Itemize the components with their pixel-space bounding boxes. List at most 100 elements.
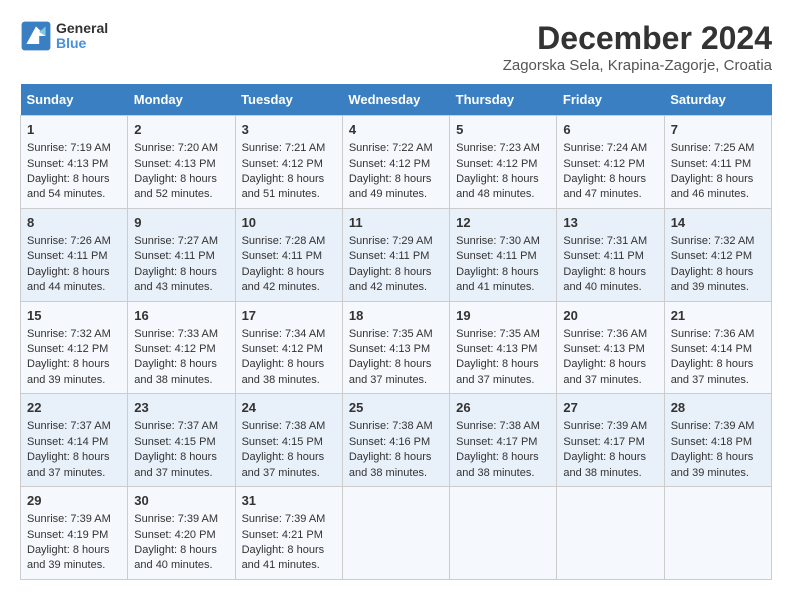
logo-icon bbox=[20, 20, 52, 52]
day-info-line: and 40 minutes. bbox=[134, 558, 228, 573]
calendar-week-row: 8Sunrise: 7:26 AMSunset: 4:11 PMDaylight… bbox=[21, 208, 772, 301]
day-info-line: Sunset: 4:17 PM bbox=[456, 435, 550, 450]
day-info-line: Daylight: 8 hours bbox=[563, 172, 657, 187]
day-info-line: Sunrise: 7:39 AM bbox=[134, 512, 228, 527]
day-info-line: and 37 minutes. bbox=[27, 466, 121, 481]
day-info-line: Daylight: 8 hours bbox=[671, 172, 765, 187]
day-number: 4 bbox=[349, 121, 443, 139]
day-info-line: Daylight: 8 hours bbox=[563, 450, 657, 465]
day-info-line: Sunrise: 7:39 AM bbox=[27, 512, 121, 527]
day-info-line: Daylight: 8 hours bbox=[242, 357, 336, 372]
day-info-line: Sunset: 4:20 PM bbox=[134, 528, 228, 543]
day-info-line: Daylight: 8 hours bbox=[349, 357, 443, 372]
day-info-line: Sunrise: 7:33 AM bbox=[134, 327, 228, 342]
day-info-line: Sunrise: 7:34 AM bbox=[242, 327, 336, 342]
day-info-line: and 38 minutes. bbox=[563, 466, 657, 481]
day-info-line: Daylight: 8 hours bbox=[456, 265, 550, 280]
day-info-line: and 43 minutes. bbox=[134, 280, 228, 295]
day-number: 11 bbox=[349, 214, 443, 232]
day-info-line: Sunset: 4:12 PM bbox=[349, 157, 443, 172]
day-header-saturday: Saturday bbox=[664, 84, 771, 116]
day-number: 8 bbox=[27, 214, 121, 232]
day-info-line: Sunrise: 7:25 AM bbox=[671, 141, 765, 156]
calendar-cell: 20Sunrise: 7:36 AMSunset: 4:13 PMDayligh… bbox=[557, 301, 664, 394]
calendar-cell: 10Sunrise: 7:28 AMSunset: 4:11 PMDayligh… bbox=[235, 208, 342, 301]
day-number: 31 bbox=[242, 492, 336, 510]
day-info-line: Sunrise: 7:39 AM bbox=[563, 419, 657, 434]
day-info-line: Sunset: 4:13 PM bbox=[27, 157, 121, 172]
calendar-cell: 17Sunrise: 7:34 AMSunset: 4:12 PMDayligh… bbox=[235, 301, 342, 394]
day-info-line: Sunrise: 7:32 AM bbox=[671, 234, 765, 249]
day-info-line: Daylight: 8 hours bbox=[242, 543, 336, 558]
calendar-body: 1Sunrise: 7:19 AMSunset: 4:13 PMDaylight… bbox=[21, 116, 772, 580]
day-info-line: Sunset: 4:11 PM bbox=[349, 249, 443, 264]
day-info-line: Sunset: 4:17 PM bbox=[563, 435, 657, 450]
calendar-cell: 22Sunrise: 7:37 AMSunset: 4:14 PMDayligh… bbox=[21, 394, 128, 487]
day-number: 13 bbox=[563, 214, 657, 232]
day-info-line: and 44 minutes. bbox=[27, 280, 121, 295]
day-info-line: and 37 minutes. bbox=[134, 466, 228, 481]
day-info-line: Sunset: 4:12 PM bbox=[671, 249, 765, 264]
day-header-thursday: Thursday bbox=[450, 84, 557, 116]
day-info-line: Sunrise: 7:22 AM bbox=[349, 141, 443, 156]
day-number: 29 bbox=[27, 492, 121, 510]
calendar-cell: 4Sunrise: 7:22 AMSunset: 4:12 PMDaylight… bbox=[342, 116, 449, 209]
day-info-line: Sunrise: 7:20 AM bbox=[134, 141, 228, 156]
day-number: 23 bbox=[134, 399, 228, 417]
day-info-line: Sunrise: 7:36 AM bbox=[563, 327, 657, 342]
calendar-cell: 25Sunrise: 7:38 AMSunset: 4:16 PMDayligh… bbox=[342, 394, 449, 487]
day-number: 3 bbox=[242, 121, 336, 139]
calendar-cell: 2Sunrise: 7:20 AMSunset: 4:13 PMDaylight… bbox=[128, 116, 235, 209]
day-info-line: Daylight: 8 hours bbox=[456, 172, 550, 187]
day-info-line: Sunrise: 7:35 AM bbox=[349, 327, 443, 342]
day-number: 27 bbox=[563, 399, 657, 417]
day-info-line: Sunrise: 7:31 AM bbox=[563, 234, 657, 249]
day-info-line: and 54 minutes. bbox=[27, 187, 121, 202]
day-info-line: Sunset: 4:21 PM bbox=[242, 528, 336, 543]
day-info-line: Sunrise: 7:38 AM bbox=[242, 419, 336, 434]
day-info-line: Sunset: 4:11 PM bbox=[242, 249, 336, 264]
day-number: 21 bbox=[671, 307, 765, 325]
day-number: 14 bbox=[671, 214, 765, 232]
day-info-line: Sunrise: 7:39 AM bbox=[671, 419, 765, 434]
day-info-line: Daylight: 8 hours bbox=[134, 543, 228, 558]
calendar-week-row: 22Sunrise: 7:37 AMSunset: 4:14 PMDayligh… bbox=[21, 394, 772, 487]
calendar-cell: 27 Sunrise: 7:39 AMSunset: 4:17 PMDayligh… bbox=[557, 394, 664, 487]
calendar-cell bbox=[342, 487, 449, 580]
day-number: 7 bbox=[671, 121, 765, 139]
calendar-cell bbox=[557, 487, 664, 580]
day-info-line: and 38 minutes. bbox=[242, 373, 336, 388]
day-info-line: and 51 minutes. bbox=[242, 187, 336, 202]
calendar-cell: 8Sunrise: 7:26 AMSunset: 4:11 PMDaylight… bbox=[21, 208, 128, 301]
day-number: 12 bbox=[456, 214, 550, 232]
day-info-line: Sunrise: 7:21 AM bbox=[242, 141, 336, 156]
day-info-line: and 52 minutes. bbox=[134, 187, 228, 202]
calendar-cell bbox=[664, 487, 771, 580]
day-header-friday: Friday bbox=[557, 84, 664, 116]
day-info-line: and 37 minutes. bbox=[456, 373, 550, 388]
calendar-cell: 9Sunrise: 7:27 AMSunset: 4:11 PMDaylight… bbox=[128, 208, 235, 301]
day-number: 2 bbox=[134, 121, 228, 139]
day-info-line: Sunrise: 7:30 AM bbox=[456, 234, 550, 249]
page-title: December 2024 bbox=[503, 20, 772, 57]
day-info-line: and 41 minutes. bbox=[242, 558, 336, 573]
calendar-cell: 30 Sunrise: 7:39 AMSunset: 4:20 PMDayligh… bbox=[128, 487, 235, 580]
day-info-line: Sunrise: 7:36 AM bbox=[671, 327, 765, 342]
day-info-line: Sunset: 4:12 PM bbox=[456, 157, 550, 172]
day-header-tuesday: Tuesday bbox=[235, 84, 342, 116]
day-info-line: Sunrise: 7:23 AM bbox=[456, 141, 550, 156]
day-info-line: Sunset: 4:11 PM bbox=[563, 249, 657, 264]
day-info-line: Daylight: 8 hours bbox=[563, 265, 657, 280]
calendar-cell: 14Sunrise: 7:32 AMSunset: 4:12 PMDayligh… bbox=[664, 208, 771, 301]
day-number: 18 bbox=[349, 307, 443, 325]
day-info-line: and 37 minutes. bbox=[349, 373, 443, 388]
day-info-line: Daylight: 8 hours bbox=[349, 450, 443, 465]
day-header-wednesday: Wednesday bbox=[342, 84, 449, 116]
day-number: 1 bbox=[27, 121, 121, 139]
day-info-line: Daylight: 8 hours bbox=[563, 357, 657, 372]
calendar-week-row: 1Sunrise: 7:19 AMSunset: 4:13 PMDaylight… bbox=[21, 116, 772, 209]
day-info-line: Sunset: 4:12 PM bbox=[563, 157, 657, 172]
day-info-line: Daylight: 8 hours bbox=[456, 450, 550, 465]
calendar-table: SundayMondayTuesdayWednesdayThursdayFrid… bbox=[20, 84, 772, 580]
day-number: 30 bbox=[134, 492, 228, 510]
